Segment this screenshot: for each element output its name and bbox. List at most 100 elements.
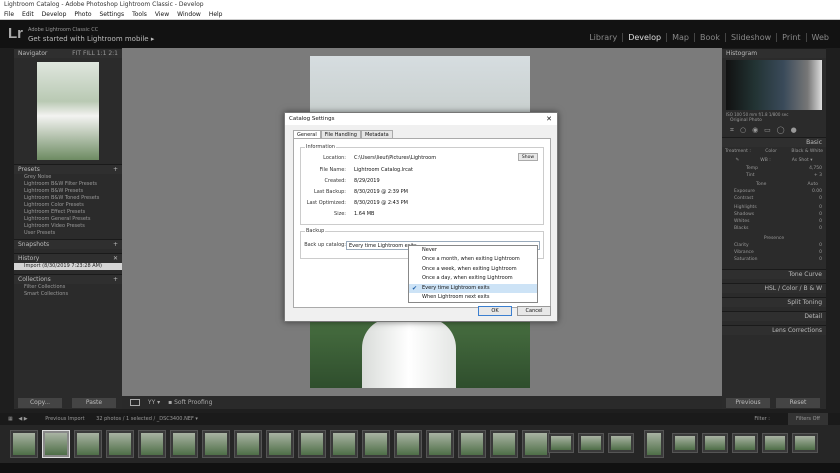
module-web[interactable]: Web xyxy=(805,33,834,42)
lens-corrections-header[interactable]: Lens Corrections xyxy=(722,325,826,335)
hsl-header[interactable]: HSL / Color / B & W xyxy=(722,283,826,293)
filmstrip-thumbnail[interactable] xyxy=(490,430,518,458)
red-eye-icon[interactable]: ◉ xyxy=(752,126,758,134)
smart-collections[interactable]: Smart Collections xyxy=(14,291,122,298)
contrast-value[interactable]: 0 xyxy=(819,196,822,201)
add-collection-icon[interactable]: + xyxy=(113,275,118,285)
saturation-value[interactable]: 0 xyxy=(819,257,822,262)
treatment-color[interactable]: Color xyxy=(765,149,777,154)
menu-window[interactable]: Window xyxy=(173,10,205,20)
copy-button[interactable]: Copy... xyxy=(18,398,62,408)
bottom-panel-toggle[interactable] xyxy=(0,463,840,473)
temp-value[interactable]: 4,750 xyxy=(809,166,822,171)
filmstrip-thumbnail[interactable] xyxy=(106,430,134,458)
white-balance-picker-icon[interactable]: ✎ xyxy=(735,158,739,163)
before-after-icon[interactable]: YY ▾ xyxy=(148,396,160,409)
filmstrip-source[interactable]: Previous Import xyxy=(45,416,84,422)
filmstrip-thumbnail[interactable] xyxy=(234,430,262,458)
nav-forward-icon[interactable]: ▶ xyxy=(24,416,28,422)
filmstrip-count[interactable]: 32 photos / 1 selected / _DSC3400.NEF ▾ xyxy=(96,416,198,422)
filmstrip-thumbnail[interactable] xyxy=(394,430,422,458)
soft-proofing-checkbox-icon[interactable]: ▪ xyxy=(168,396,172,409)
highlights-value[interactable]: 0 xyxy=(819,205,822,210)
module-slideshow[interactable]: Slideshow xyxy=(724,33,776,42)
add-snapshot-icon[interactable]: + xyxy=(113,240,118,250)
history-header[interactable]: History ✕ xyxy=(14,253,122,263)
filter-select[interactable]: Filters Off xyxy=(788,413,828,425)
filmstrip-thumbnail[interactable] xyxy=(362,430,390,458)
history-step[interactable]: Import (8/30/2019 7:23:28 AM) xyxy=(14,263,122,270)
tint-value[interactable]: + 3 xyxy=(814,173,822,178)
left-panel-toggle[interactable] xyxy=(0,48,14,409)
reset-button[interactable]: Reset xyxy=(776,398,820,408)
module-print[interactable]: Print xyxy=(776,33,805,42)
filmstrip-thumbnail[interactable] xyxy=(762,433,788,453)
preset-folder[interactable]: User Presets xyxy=(14,230,122,237)
navigator-preview[interactable] xyxy=(37,62,99,160)
graduated-filter-icon[interactable]: ▭ xyxy=(764,126,771,134)
filmstrip-thumbnail[interactable] xyxy=(578,433,604,453)
presets-header[interactable]: Presets + xyxy=(14,164,122,174)
menu-view[interactable]: View xyxy=(151,10,173,20)
menu-develop[interactable]: Develop xyxy=(38,10,71,20)
filmstrip-thumbnail[interactable] xyxy=(138,430,166,458)
cancel-button[interactable]: Cancel xyxy=(517,306,551,316)
filmstrip-thumbnail[interactable] xyxy=(10,430,38,458)
menu-photo[interactable]: Photo xyxy=(70,10,95,20)
module-map[interactable]: Map xyxy=(666,33,694,42)
grid-view-icon[interactable]: ▦ xyxy=(8,416,13,422)
detail-header[interactable]: Detail xyxy=(722,311,826,321)
filmstrip-thumbnail[interactable] xyxy=(426,430,454,458)
loupe-view-icon[interactable] xyxy=(130,399,140,406)
whites-value[interactable]: 0 xyxy=(819,219,822,224)
crop-icon[interactable]: ⌗ xyxy=(730,126,734,134)
option-never[interactable]: Never xyxy=(409,246,537,255)
clarity-value[interactable]: 0 xyxy=(819,243,822,248)
histogram-header[interactable]: Histogram xyxy=(722,48,826,58)
filmstrip-thumbnail[interactable] xyxy=(702,433,728,453)
navigator-header[interactable]: Navigator FIT FILL 1:1 2:1 xyxy=(14,48,122,58)
right-panel-toggle[interactable] xyxy=(826,48,840,409)
preset-folder[interactable]: Lightroom Color Presets xyxy=(14,202,122,209)
filmstrip-thumbnail[interactable] xyxy=(792,433,818,453)
soft-proofing-label[interactable]: Soft Proofing xyxy=(174,399,212,406)
clear-history-icon[interactable]: ✕ xyxy=(113,254,118,264)
menu-help[interactable]: Help xyxy=(205,10,227,20)
preset-folder[interactable]: Lightroom B&W Filter Presets xyxy=(14,181,122,188)
blacks-value[interactable]: 0 xyxy=(819,226,822,231)
preset-folder[interactable]: Lightroom B&W Presets xyxy=(14,188,122,195)
filmstrip-thumbnail-selected[interactable] xyxy=(42,430,70,458)
add-preset-icon[interactable]: + xyxy=(113,165,118,175)
wb-select[interactable]: As Shot ▾ xyxy=(792,158,813,163)
option-weekly[interactable]: Once a week, when exiting Lightroom xyxy=(409,265,537,274)
snapshots-header[interactable]: Snapshots + xyxy=(14,239,122,249)
module-book[interactable]: Book xyxy=(694,33,725,42)
filmstrip-thumbnail[interactable] xyxy=(202,430,230,458)
auto-tone-button[interactable]: Auto xyxy=(808,182,818,187)
split-toning-header[interactable]: Split Toning xyxy=(722,297,826,307)
preset-folder[interactable]: Grey Noise xyxy=(14,174,122,181)
preset-folder[interactable]: Lightroom General Presets xyxy=(14,216,122,223)
paste-button[interactable]: Paste xyxy=(72,398,116,408)
lightroom-mobile-link[interactable]: Get started with Lightroom mobile ▸ xyxy=(28,35,154,43)
brush-icon[interactable]: ● xyxy=(791,126,797,134)
filmstrip-thumbnail[interactable] xyxy=(266,430,294,458)
filmstrip-thumbnail[interactable] xyxy=(608,433,634,453)
filmstrip-thumbnail[interactable] xyxy=(732,433,758,453)
vibrance-value[interactable]: 0 xyxy=(819,250,822,255)
ok-button[interactable]: OK xyxy=(478,306,512,316)
basic-header[interactable]: Basic xyxy=(722,137,826,147)
filmstrip-thumbnail[interactable] xyxy=(672,433,698,453)
menu-tools[interactable]: Tools xyxy=(128,10,151,20)
previous-button[interactable]: Previous xyxy=(726,398,770,408)
filmstrip-thumbnail[interactable] xyxy=(548,433,574,453)
option-daily[interactable]: Once a day, when exiting Lightroom xyxy=(409,274,537,283)
filmstrip-thumbnail[interactable] xyxy=(74,430,102,458)
menu-file[interactable]: File xyxy=(0,10,18,20)
option-every-exit[interactable]: ✔ Every time Lightroom exits xyxy=(409,284,537,293)
shadows-value[interactable]: 0 xyxy=(819,212,822,217)
collections-header[interactable]: Collections + xyxy=(14,274,122,284)
treatment-bw[interactable]: Black & White xyxy=(791,149,823,154)
preset-folder[interactable]: Lightroom Effect Presets xyxy=(14,209,122,216)
filmstrip-thumbnail[interactable] xyxy=(170,430,198,458)
